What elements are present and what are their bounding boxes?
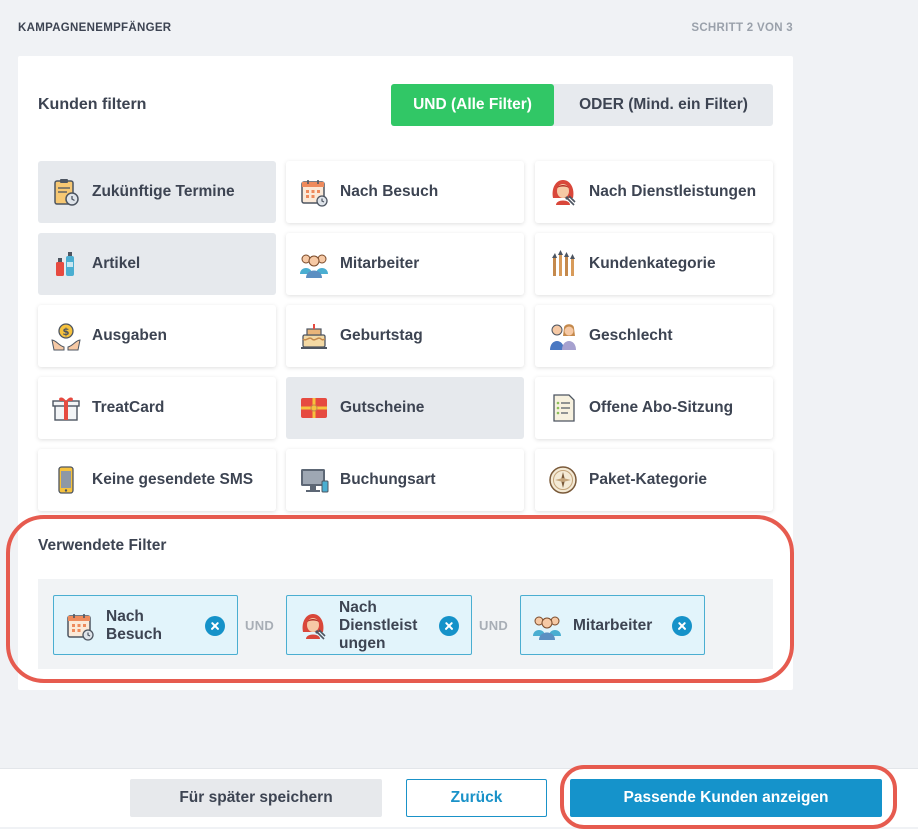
filter-logic-toggle: UND (Alle Filter) ODER (Mind. ein Filter… [391, 84, 773, 126]
computer-monitor-icon [301, 469, 329, 493]
step-indicator: SCHRITT 2 VON 3 [691, 22, 793, 34]
filter-tile-booking-type[interactable]: Buchungsart [286, 449, 524, 511]
filter-tile-spending[interactable]: $ Ausgaben [38, 305, 276, 367]
mobile-phone-icon [58, 466, 74, 494]
footer-bar: Für später speichern Zurück Passende Kun… [0, 768, 918, 827]
tile-label: Keine gesendete SMS [92, 471, 254, 488]
page-header: KAMPAGNENEMPFÄNGER SCHRITT 2 VON 3 [18, 22, 793, 36]
show-matching-customers-button[interactable]: Passende Kunden anzeigen [570, 779, 882, 817]
remove-filter-icon[interactable] [439, 616, 459, 636]
filter-tile-package-category[interactable]: Paket-Kategorie [535, 449, 773, 511]
save-for-later-button[interactable]: Für später speichern [130, 779, 382, 817]
tile-label: Geschlecht [589, 327, 673, 344]
used-filters-label: Verwendete Filter [38, 537, 167, 554]
tile-label: Ausgaben [92, 327, 167, 344]
money-hands-icon: $ [51, 323, 81, 351]
filter-tile-vouchers[interactable]: Gutscheine [286, 377, 524, 439]
filter-tile-open-subscription-session[interactable]: Offene Abo-Sitzung [535, 377, 773, 439]
used-filter-chip-staff: Mitarbeiter [520, 595, 705, 655]
calendar-icon [301, 180, 328, 207]
appointment-clipboard-icon [54, 179, 79, 206]
back-button[interactable]: Zurück [406, 779, 547, 817]
birthday-cake-icon [301, 324, 327, 349]
chip-label: Nach Dienstleist ungen [339, 599, 418, 652]
filter-tile-customer-category[interactable]: Kundenkategorie [535, 233, 773, 295]
tile-label: Paket-Kategorie [589, 471, 708, 488]
chip-label: Nach Besuch [106, 608, 162, 643]
chip-label: Mitarbeiter [573, 617, 653, 634]
tile-label: Kundenkategorie [589, 255, 716, 272]
filter-tile-by-visit[interactable]: Nach Besuch [286, 161, 524, 223]
staff-group-icon [300, 254, 328, 278]
remove-filter-icon[interactable] [205, 616, 225, 636]
document-list-icon [553, 394, 575, 422]
tile-label: Zukünftige Termine [92, 183, 235, 200]
page-title: KAMPAGNENEMPFÄNGER [18, 22, 172, 34]
tile-label: Mitarbeiter [340, 255, 420, 272]
filter-tile-no-sms-sent[interactable]: Keine gesendete SMS [38, 449, 276, 511]
gender-couple-icon [550, 324, 576, 350]
filter-card: Kunden filtern UND (Alle Filter) ODER (M… [18, 56, 793, 690]
filter-tile-articles[interactable]: Artikel [38, 233, 276, 295]
tile-label: Offene Abo-Sitzung [589, 399, 734, 416]
brushes-icon [552, 250, 575, 276]
tile-label: TreatCard [92, 399, 165, 416]
tile-label: Gutscheine [340, 399, 425, 416]
filter-tile-future-appointments[interactable]: Zukünftige Termine [38, 161, 276, 223]
filter-tile-staff[interactable]: Mitarbeiter [286, 233, 524, 295]
filter-joiner-and: UND [479, 618, 509, 633]
filter-customers-label: Kunden filtern [38, 96, 147, 113]
used-filter-chip-by-services: Nach Dienstleist ungen [286, 595, 472, 655]
tile-label: Artikel [92, 255, 141, 272]
tile-label: Geburtstag [340, 327, 423, 344]
logic-or-option[interactable]: ODER (Mind. ein Filter) [554, 84, 773, 126]
hairdresser-icon [552, 180, 576, 206]
filter-tile-treatcard[interactable]: TreatCard [38, 377, 276, 439]
filter-joiner-and: UND [245, 618, 275, 633]
filter-tile-gender[interactable]: Geschlecht [535, 305, 773, 367]
svg-text:$: $ [63, 327, 70, 338]
filter-tile-birthday[interactable]: Geburtstag [286, 305, 524, 367]
used-filters-area: Nach Besuch UND Nach Dienstleist ungen U… [38, 579, 773, 669]
gift-box-icon [52, 397, 80, 421]
filter-tile-by-services[interactable]: Nach Dienstleistungen [535, 161, 773, 223]
compass-icon [549, 466, 577, 494]
tile-label: Nach Dienstleistungen [589, 183, 757, 200]
logic-and-option[interactable]: UND (Alle Filter) [391, 84, 554, 126]
hairdresser-icon [302, 614, 326, 640]
remove-filter-icon[interactable] [672, 616, 692, 636]
voucher-icon [301, 398, 327, 418]
calendar-icon [67, 614, 94, 641]
tile-label: Buchungsart [340, 471, 436, 488]
tile-label: Nach Besuch [340, 183, 439, 200]
cosmetics-products-icon [56, 252, 74, 276]
used-filter-chip-by-visit: Nach Besuch [53, 595, 238, 655]
staff-group-icon [533, 616, 561, 640]
